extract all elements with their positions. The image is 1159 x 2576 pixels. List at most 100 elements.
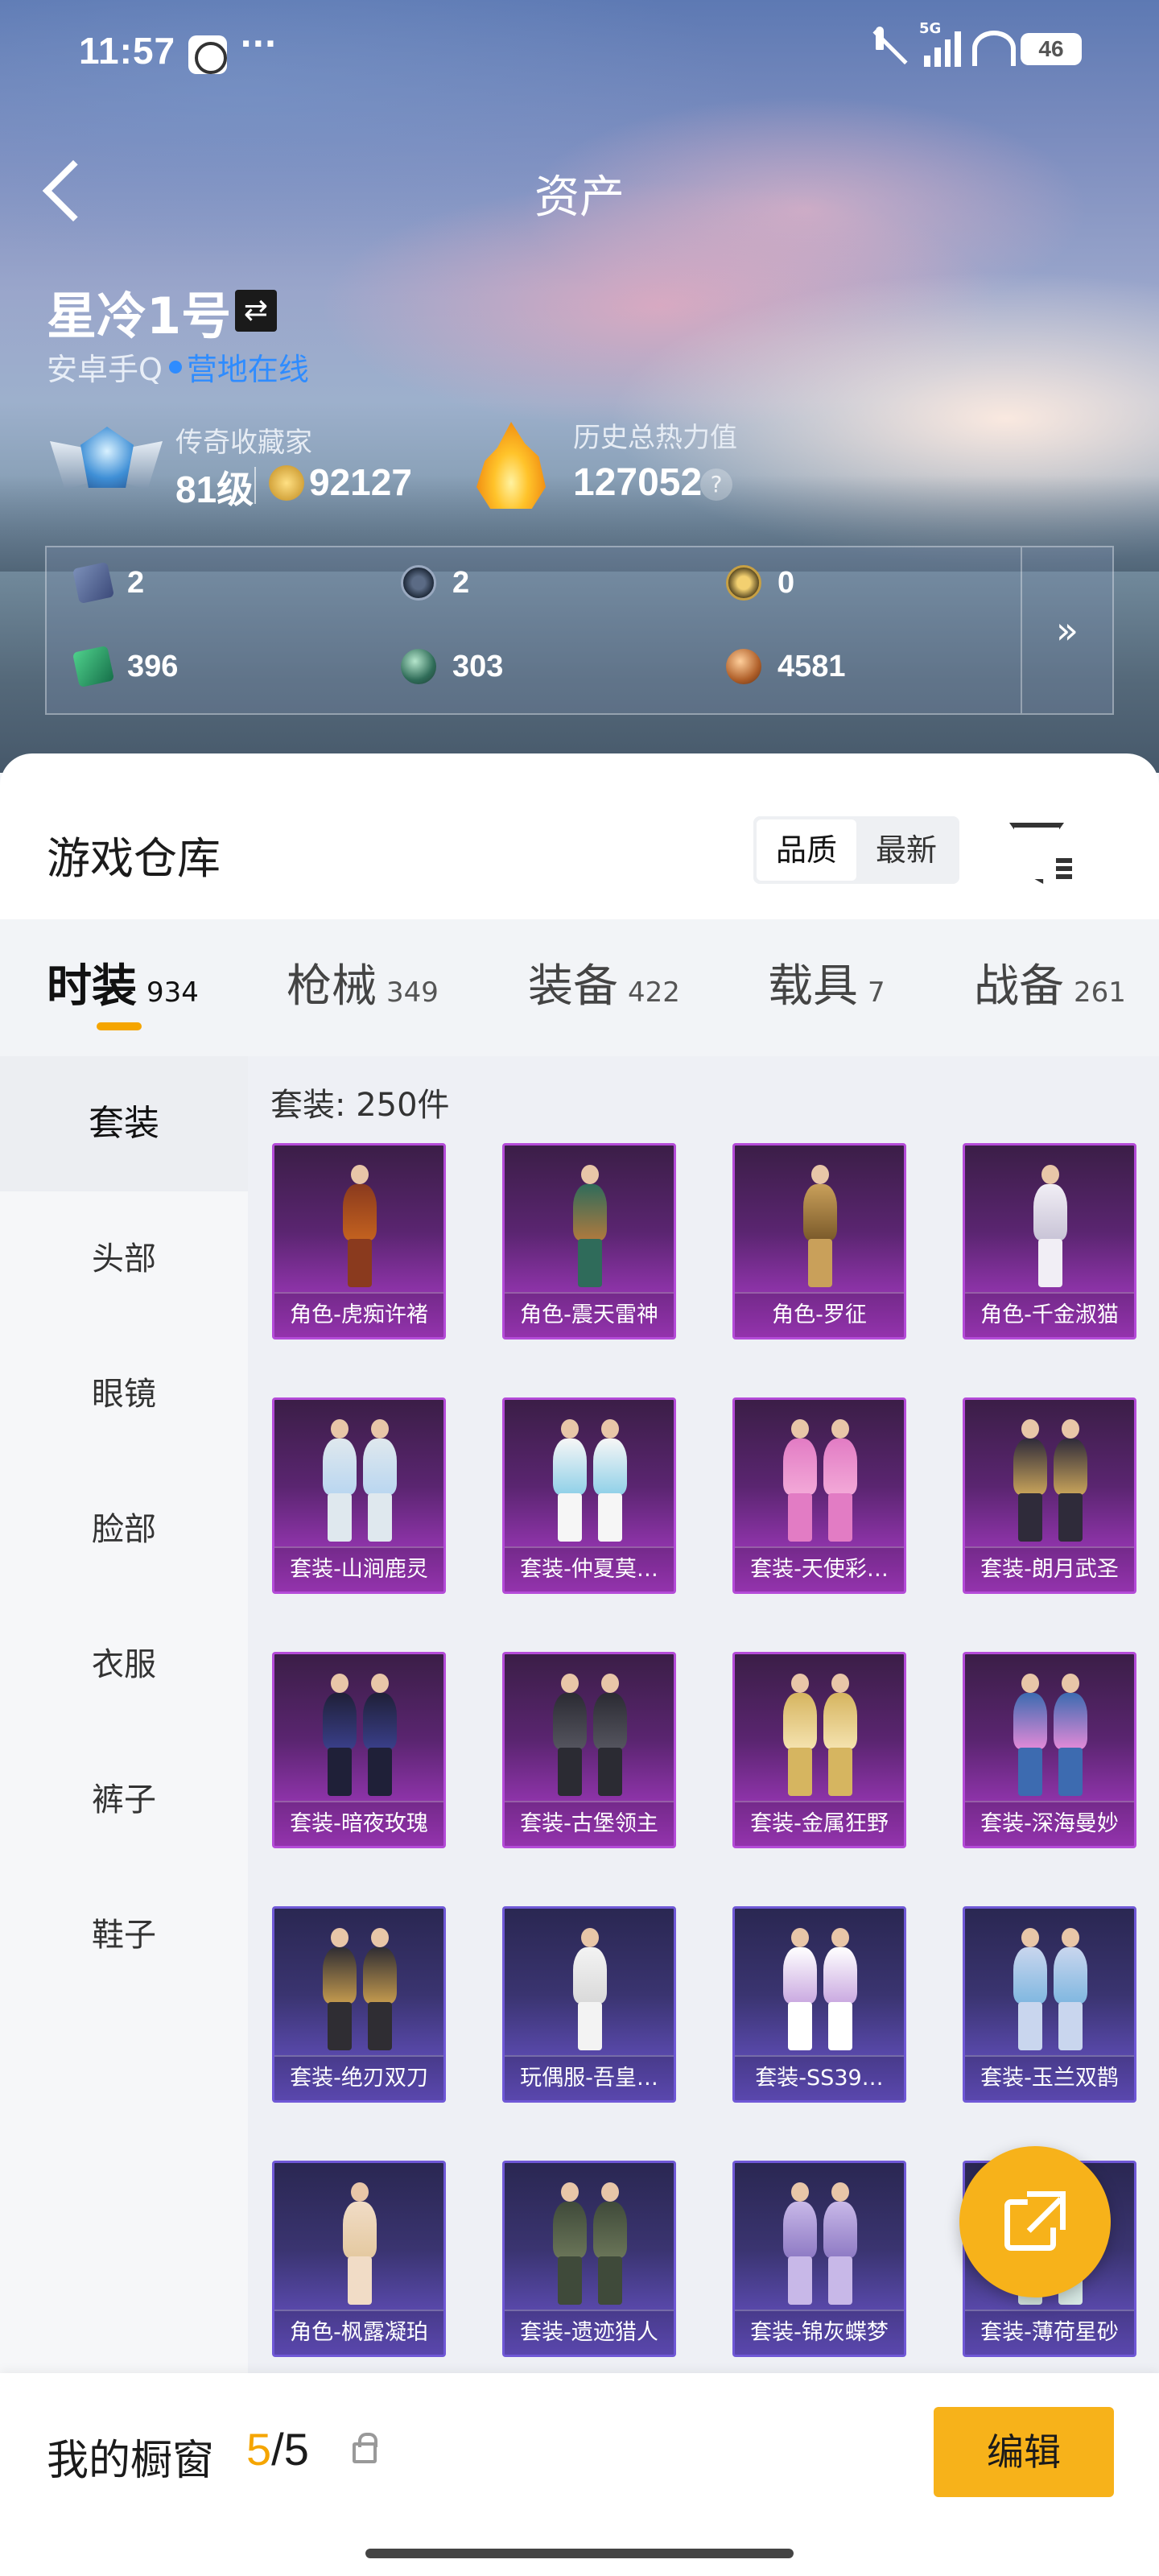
sidebar-item-face[interactable]: 脸部 — [0, 1462, 248, 1597]
item-name: 套装-锦灰蝶梦 — [735, 2310, 904, 2355]
sort-newest-button[interactable]: 最新 — [856, 819, 956, 881]
collector-points: 92127 — [309, 461, 412, 503]
warehouse-sheet: 游戏仓库 品质 最新 时装 934 枪械 349 装备 422 载具 7 战备 … — [0, 753, 1159, 2576]
orb-icon — [401, 649, 436, 684]
tab-count: 422 — [628, 976, 680, 1009]
lock-icon — [353, 2433, 377, 2463]
switch-account-icon[interactable]: ⇄ — [235, 290, 277, 332]
item-card[interactable]: 角色-罗征 — [732, 1143, 906, 1340]
item-name: 角色-虎痴许褚 — [274, 1292, 443, 1337]
outfit-thumbnail — [529, 1414, 650, 1551]
profile-header-background: 11:57 ··· 5G 46 资产 星冷1号 ⇄ 安卓手Q 营地在线 传奇收藏… — [0, 0, 1159, 773]
item-name: 套装-薄荷星砂 — [965, 2310, 1134, 2355]
outfit-thumbnail — [529, 2178, 650, 2314]
item-card[interactable]: 角色-虎痴许褚 — [272, 1143, 446, 1340]
outfit-thumbnail — [299, 1414, 419, 1551]
sidebar-item-glasses[interactable]: 眼镜 — [0, 1327, 248, 1462]
item-card[interactable]: 角色-枫露凝珀 — [272, 2161, 446, 2357]
status-time: 11:57 — [79, 30, 176, 72]
stats-more-button[interactable]: » — [1021, 547, 1112, 713]
item-card[interactable]: 套装-遗迹猎人 — [502, 2161, 676, 2357]
outfit-thumbnail — [759, 1160, 880, 1297]
online-status: 营地在线 — [186, 352, 309, 387]
item-card[interactable]: 角色-震天雷神 — [502, 1143, 676, 1340]
page-title: 资产 — [534, 171, 625, 224]
item-card[interactable]: 套装-暗夜玫瑰 — [272, 1652, 446, 1848]
item-name: 套装-遗迹猎人 — [505, 2310, 674, 2355]
network-type: 5G — [919, 20, 942, 37]
item-name: 套装-玉兰双鹊 — [965, 2055, 1134, 2100]
item-card[interactable]: 套装-玉兰双鹊 — [963, 1906, 1136, 2103]
sidebar-item-clothes[interactable]: 衣服 — [0, 1597, 248, 1732]
outfit-thumbnail — [529, 1669, 650, 1806]
item-grid-area: 套装: 250件 角色-虎痴许褚 角色-震天雷神 角色-罗征 角色-千金淑猫 套装-山涧… — [248, 1056, 1159, 2576]
battery-icon: 46 — [1021, 33, 1082, 65]
outfit-thumbnail — [759, 2178, 880, 2314]
share-icon — [1004, 2191, 1066, 2252]
outfit-thumbnail — [529, 1160, 650, 1297]
stat-value: 396 — [127, 649, 179, 683]
sidebar-item-shoes[interactable]: 鞋子 — [0, 1868, 248, 2003]
outfit-thumbnail — [529, 1923, 650, 2060]
filter-icon[interactable] — [1009, 823, 1072, 879]
assets-stats-panel[interactable]: 2 2 0 396 303 4581 » — [45, 546, 1114, 715]
stat-value: 0 — [777, 565, 795, 600]
item-card[interactable]: 套装-SS39… — [732, 1906, 906, 2103]
tab-equipment[interactable]: 装备 422 — [528, 950, 680, 1015]
divider — [254, 467, 256, 504]
warehouse-title: 游戏仓库 — [47, 833, 221, 884]
sort-quality-button[interactable]: 品质 — [757, 819, 856, 881]
item-card[interactable]: 套装-古堡领主 — [502, 1652, 676, 1848]
tab-label: 载具 — [768, 960, 858, 1013]
edit-button[interactable]: 编辑 — [934, 2407, 1114, 2497]
item-name: 套装-暗夜玫瑰 — [274, 1801, 443, 1846]
showcase-label: 我的橱窗 — [47, 2437, 215, 2485]
player-name: 星冷1号 — [47, 287, 232, 345]
item-card[interactable]: 套装-山涧鹿灵 — [272, 1397, 446, 1594]
tab-label: 装备 — [528, 960, 618, 1013]
heat-label: 历史总热力值 — [573, 422, 737, 454]
item-card[interactable]: 角色-千金淑猫 — [963, 1143, 1136, 1340]
share-fab-button[interactable] — [959, 2146, 1111, 2297]
outfit-thumbnail — [989, 1160, 1110, 1297]
status-bar: 11:57 ··· 5G 46 — [0, 0, 1159, 105]
sort-toggle: 品质 最新 — [753, 816, 959, 884]
sidebar-item-head[interactable]: 头部 — [0, 1191, 248, 1327]
tab-count: 7 — [868, 976, 885, 1009]
item-card[interactable]: 套装-深海曼妙 — [963, 1652, 1136, 1848]
item-card[interactable]: 套装-金属狂野 — [732, 1652, 906, 1848]
tab-battle-prep[interactable]: 战备 261 — [974, 950, 1126, 1015]
tab-label: 枪械 — [287, 960, 377, 1013]
outfit-thumbnail — [989, 1669, 1110, 1806]
tab-vehicles[interactable]: 载具 7 — [768, 950, 885, 1015]
signal-icon: 5G — [919, 20, 961, 67]
item-card[interactable]: 套装-锦灰蝶梦 — [732, 2161, 906, 2357]
tab-guns[interactable]: 枪械 349 — [287, 950, 439, 1015]
sidebar-item-suits[interactable]: 套装 — [0, 1056, 248, 1191]
item-name: 套装-古堡领主 — [505, 1801, 674, 1846]
help-icon[interactable]: ? — [700, 469, 732, 501]
item-card[interactable]: 玩偶服-吾皇… — [502, 1906, 676, 2103]
outfit-thumbnail — [989, 1414, 1110, 1551]
wifi-icon — [972, 31, 1016, 68]
item-card[interactable]: 套装-天使彩… — [732, 1397, 906, 1594]
tab-label: 战备 — [974, 960, 1064, 1013]
outfit-thumbnail — [299, 1923, 419, 2060]
tab-count: 349 — [386, 976, 439, 1009]
stat-item: 303 — [401, 649, 503, 684]
item-card[interactable]: 套装-朗月武圣 — [963, 1397, 1136, 1594]
item-name: 角色-枫露凝珀 — [274, 2310, 443, 2355]
outfit-thumbnail — [759, 1414, 880, 1551]
green-card-icon — [72, 645, 115, 688]
tab-fashion[interactable]: 时装 934 — [47, 950, 199, 1015]
item-card[interactable]: 套装-仲夏莫… — [502, 1397, 676, 1594]
sidebar-item-pants[interactable]: 裤子 — [0, 1732, 248, 1868]
outfit-thumbnail — [299, 1160, 419, 1297]
card-icon — [72, 561, 115, 605]
tab-count: 261 — [1074, 976, 1126, 1009]
stat-item: 2 — [72, 561, 145, 605]
item-card[interactable]: 套装-绝刃双刀 — [272, 1906, 446, 2103]
subcategory-sidebar: 套装 头部 眼镜 脸部 衣服 裤子 鞋子 — [0, 1056, 248, 2576]
gold-medal-icon — [726, 565, 761, 601]
stat-value: 2 — [127, 565, 145, 600]
